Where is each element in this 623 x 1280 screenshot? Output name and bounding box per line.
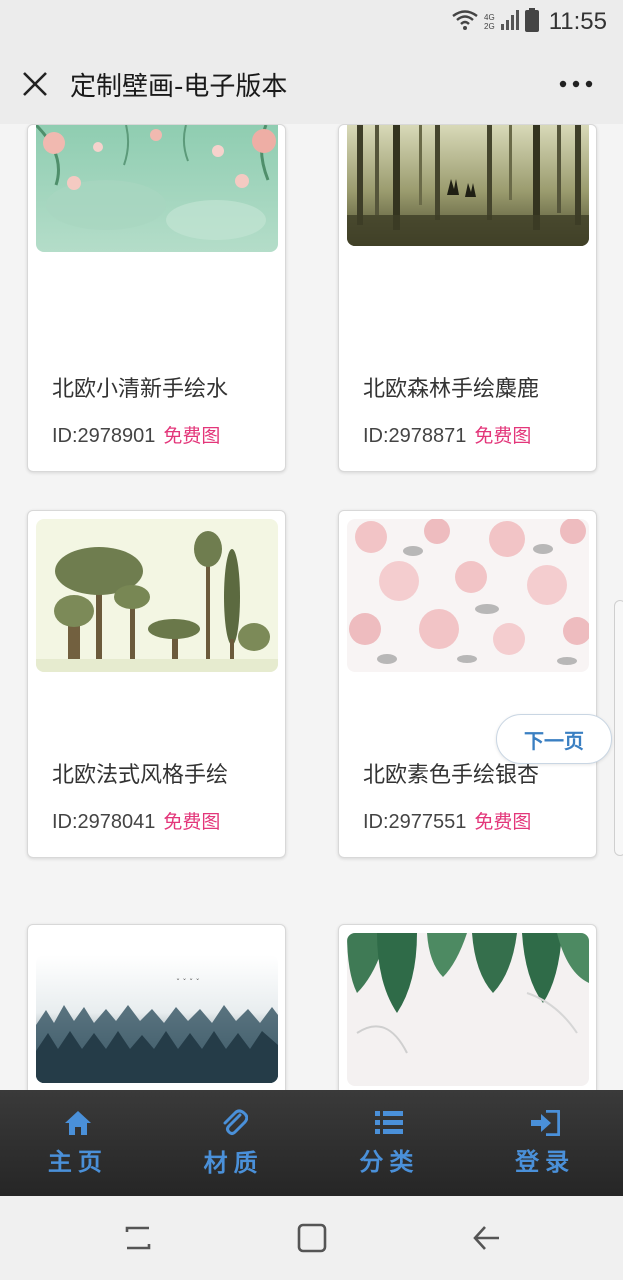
network-type: 4G 2G (484, 13, 495, 31)
free-tag: 免费图 (474, 425, 532, 447)
recent-apps-button[interactable] (118, 1218, 158, 1258)
product-card[interactable] (338, 924, 597, 1090)
svg-text:ˇ ˇ ˇ ˇ: ˇ ˇ ˇ ˇ (176, 977, 200, 987)
home-system-button[interactable] (292, 1218, 332, 1258)
product-card[interactable]: 北欧森林手绘麋鹿 ID:2978871 免费图 (338, 124, 597, 472)
product-grid: 北欧小清新手绘水 ID:2978901 免费图 北欧森林手绘麋鹿 ID:2978… (0, 124, 623, 1090)
list-icon (375, 1110, 404, 1134)
product-meta: ID:2978041 免费图 (52, 807, 220, 834)
product-card[interactable]: ˇ ˇ ˇ ˇ (27, 924, 286, 1090)
title-bar: 定制壁画-电子版本 (0, 44, 623, 124)
misty-forest-wallpaper-image: ˇ ˇ ˇ ˇ (36, 955, 278, 1083)
nav-label-material: 材质 (203, 1148, 264, 1177)
status-bar: 4G 2G 11:55 (0, 0, 623, 44)
product-title: 北欧小清新手绘水 (52, 377, 229, 402)
side-scroll-handle[interactable] (614, 600, 623, 856)
pink-floral-wallpaper-image (347, 519, 589, 672)
wifi-icon (452, 10, 478, 34)
nav-label-login: 登录 (515, 1147, 576, 1176)
more-icon (559, 80, 593, 88)
nav-item-material[interactable]: 材质 (156, 1090, 312, 1196)
product-title: 北欧法式风格手绘 (52, 763, 229, 788)
signal-icon (500, 10, 519, 34)
free-tag: 免费图 (474, 811, 532, 833)
phone-screen: 4G 2G 11:55 定制壁画-电子版本 北欧小清新手绘水 ID:297890… (0, 0, 623, 1280)
product-id: ID:2978901 (52, 425, 156, 447)
nav-item-login[interactable]: 登录 (467, 1090, 623, 1196)
bottom-nav: 主页 材质 分类 登录 (0, 1090, 623, 1196)
product-id: ID:2978871 (363, 425, 467, 447)
home-icon (64, 1110, 91, 1135)
status-icons: 4G 2G 11:55 (452, 6, 607, 38)
product-id: ID:2977551 (363, 811, 467, 833)
tropical-leaves-wallpaper-image (347, 933, 589, 1086)
product-meta: ID:2978871 免费图 (363, 421, 531, 448)
hand-drawn-trees-wallpaper-image (36, 519, 278, 672)
network-top-label: 4G (484, 13, 495, 22)
more-button[interactable] (541, 44, 611, 124)
status-time: 11:55 (548, 8, 607, 35)
nav-label-category: 分类 (359, 1147, 420, 1176)
free-tag: 免费图 (163, 811, 221, 833)
close-button[interactable] (0, 44, 70, 124)
nav-item-home[interactable]: 主页 (0, 1090, 156, 1196)
product-card[interactable]: 北欧素色手绘银杏 ID:2977551 免费图 (338, 510, 597, 858)
product-id: ID:2978041 (52, 811, 156, 833)
next-page-button[interactable]: 下一页 (496, 714, 612, 764)
product-card[interactable]: 北欧法式风格手绘 ID:2978041 免费图 (27, 510, 286, 858)
product-meta: ID:2978901 免费图 (52, 421, 220, 448)
home-square-icon (297, 1223, 327, 1253)
page-title: 定制壁画-电子版本 (70, 71, 288, 102)
mint-floral-wallpaper-image (36, 125, 278, 252)
product-meta: ID:2977551 免费图 (363, 807, 531, 834)
login-icon (531, 1109, 561, 1136)
network-bottom-label: 2G (484, 22, 495, 31)
paperclip-icon (223, 1109, 248, 1135)
back-system-button[interactable] (466, 1218, 506, 1258)
product-title: 北欧森林手绘麋鹿 (363, 377, 540, 402)
free-tag: 免费图 (163, 425, 221, 447)
forest-deer-wallpaper-image (347, 125, 589, 246)
nav-item-category[interactable]: 分类 (312, 1090, 468, 1196)
close-icon (23, 72, 47, 96)
battery-icon (524, 8, 539, 36)
nav-label-home: 主页 (47, 1147, 108, 1176)
product-card[interactable]: 北欧小清新手绘水 ID:2978901 免费图 (27, 124, 286, 472)
recent-apps-icon (125, 1226, 151, 1250)
back-arrow-icon (473, 1226, 499, 1250)
system-nav-bar (0, 1196, 623, 1280)
